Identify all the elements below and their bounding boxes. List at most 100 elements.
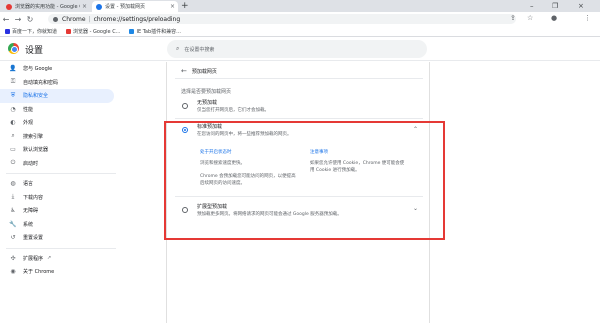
highlight-box	[164, 121, 445, 240]
sidebar-item-you-and-google[interactable]: 👤 您与 Google	[0, 62, 114, 76]
share-icon[interactable]: ⇪	[510, 14, 516, 22]
bookmark-label: IE Tab插件和兼容...	[136, 28, 181, 35]
sidebar-item-label: 隐私和安全	[23, 93, 49, 100]
sidebar-item-about-chrome[interactable]: ◉ 关于 Chrome	[0, 265, 114, 279]
close-icon[interactable]: ×	[170, 3, 175, 10]
address-bar[interactable]: Chrome | chrome://settings/preloading	[48, 14, 516, 24]
bookmark-item[interactable]: 浏览器 - Google C...	[66, 28, 120, 35]
sidebar-item-label: 无障碍	[23, 208, 39, 215]
puzzle-icon: ✣	[10, 254, 16, 262]
no-preload-radio[interactable]	[182, 103, 188, 109]
tab-title: 设置 - 预加载网页	[105, 4, 145, 10]
bookmark-label: 浏览器 - Google C...	[73, 28, 121, 35]
section-heading: 选择是否要预加载网页	[181, 89, 232, 95]
settings-sidebar: 👤 您与 Google ⚿ 自动填充和密码 ⛨ 隐私和安全 ◔ 性能 ◐ 外观 …	[0, 62, 116, 279]
divider	[175, 118, 423, 119]
sidebar-item-downloads[interactable]: ⤓ 下载内容	[0, 191, 114, 205]
tab-title: 浏览器的实用功能 - Google Ch...	[15, 4, 80, 10]
page-title: 设置	[25, 46, 44, 56]
sidebar-item-label: 搜索引擎	[23, 133, 44, 140]
browser-icon: ▭	[10, 146, 16, 154]
external-link-icon: ↗	[47, 255, 52, 262]
download-icon: ⤓	[11, 193, 15, 201]
sidebar-item-appearance[interactable]: ◐ 外观	[0, 116, 114, 130]
bookmark-item[interactable]: IE Tab插件和兼容...	[129, 28, 181, 35]
key-icon: ⚿	[10, 78, 16, 86]
shield-icon: ⛨	[10, 91, 16, 99]
sidebar-item-label: 启动时	[23, 160, 39, 167]
sidebar-item-label: 外观	[23, 120, 34, 127]
baidu-icon	[5, 28, 10, 34]
sidebar-item-privacy[interactable]: ⛨ 隐私和安全	[0, 89, 114, 103]
sidebar-item-performance[interactable]: ◔ 性能	[0, 103, 114, 117]
sidebar-divider	[6, 247, 116, 249]
red-icon	[6, 3, 12, 10]
sidebar-item-label: 语言	[23, 181, 34, 188]
chrome-icon: ◉	[10, 268, 16, 276]
sidebar-item-label: 系统	[23, 221, 34, 228]
reload-icon[interactable]: ↻	[24, 15, 36, 24]
bookmark-item[interactable]: 百度一下，你就知道	[5, 28, 57, 35]
sidebar-item-label: 默认浏览器	[23, 147, 49, 154]
sidebar-item-extensions[interactable]: ✣ 扩展程序 ↗	[0, 252, 114, 266]
url-host: Chrome	[62, 15, 86, 23]
person-icon: 👤	[9, 65, 17, 73]
power-icon: ⏻	[10, 159, 16, 167]
tab-settings-preload[interactable]: 设置 - 预加载网页 ×	[92, 1, 178, 12]
bookmark-star-icon[interactable]: ☆	[527, 14, 533, 22]
sidebar-item-languages[interactable]: ◍ 语言	[0, 177, 114, 191]
bookmarks-bar: 百度一下，你就知道 浏览器 - Google C... IE Tab插件和兼容.…	[0, 26, 600, 36]
settings-header: 设置 ⌕ 在设置中搜索	[0, 37, 600, 61]
sidebar-item-accessibility[interactable]: ♿ 无障碍	[0, 204, 114, 218]
divider	[175, 78, 423, 79]
gear-icon	[96, 3, 102, 10]
subpage-title: 预加载网页	[191, 68, 217, 75]
sidebar-item-label: 下载内容	[23, 194, 44, 201]
search-placeholder: 在设置中搜索	[184, 46, 215, 53]
new-tab-button[interactable]: +	[181, 0, 189, 12]
minimize-button[interactable]: –	[530, 0, 534, 12]
search-icon: ⌕	[176, 45, 180, 52]
search-icon: ⌕	[11, 132, 15, 140]
menu-icon[interactable]: ⋮	[584, 14, 591, 22]
sidebar-item-reset[interactable]: ↺ 重置设置	[0, 231, 114, 245]
close-icon[interactable]: ×	[82, 3, 87, 10]
site-icon	[66, 28, 72, 34]
option-title: 无预加载	[197, 100, 218, 106]
sidebar-item-default-browser[interactable]: ▭ 默认浏览器	[0, 143, 114, 157]
accessibility-icon: ♿	[10, 207, 16, 215]
window-close-button[interactable]: ×	[578, 0, 584, 12]
settings-search-input[interactable]: ⌕ 在设置中搜索	[167, 40, 427, 58]
sidebar-item-label: 扩展程序	[23, 255, 44, 262]
sidebar-item-system[interactable]: 🔧 系统	[0, 218, 114, 232]
globe-icon: ◍	[10, 180, 16, 188]
sidebar-item-on-startup[interactable]: ⏻ 启动时	[0, 157, 114, 171]
sidebar-divider	[6, 173, 116, 174]
palette-icon: ◐	[10, 119, 16, 127]
sidebar-item-label: 性能	[23, 106, 34, 113]
sidebar-item-autofill[interactable]: ⚿ 自动填充和密码	[0, 76, 114, 90]
tab-browser-features[interactable]: 浏览器的实用功能 - Google Ch... ×	[2, 1, 90, 12]
sidebar-item-label: 您与 Google	[23, 66, 53, 73]
bookmark-label: 百度一下，你就知道	[12, 28, 58, 35]
back-arrow-icon[interactable]: ←	[181, 67, 187, 75]
forward-arrow-icon[interactable]: →	[12, 15, 24, 24]
sidebar-item-label: 自动填充和密码	[23, 79, 59, 86]
tab-strip: 浏览器的实用功能 - Google Ch... × 设置 - 预加载网页 × +…	[0, 0, 600, 12]
sidebar-item-search-engine[interactable]: ⌕ 搜索引擎	[0, 130, 114, 144]
wrench-icon: 🔧	[9, 220, 17, 228]
sidebar-item-label: 重置设置	[23, 235, 44, 242]
profile-icon[interactable]: ●	[551, 14, 557, 22]
chrome-page-icon	[53, 16, 58, 22]
option-subtitle: 仅当您打开网页后，它们才会加载。	[197, 108, 269, 113]
maximize-button[interactable]: ❐	[552, 0, 558, 12]
subpage-header: ← 预加载网页	[181, 67, 217, 75]
speed-icon: ◔	[10, 105, 16, 113]
sidebar-item-label: 关于 Chrome	[23, 269, 55, 276]
back-arrow-icon[interactable]: ←	[0, 15, 12, 24]
ie-icon	[129, 28, 135, 34]
reset-icon: ↺	[10, 234, 16, 242]
chrome-logo-icon	[8, 43, 19, 54]
url-separator: |	[88, 15, 91, 23]
url-path: chrome://settings/preloading	[93, 15, 181, 23]
